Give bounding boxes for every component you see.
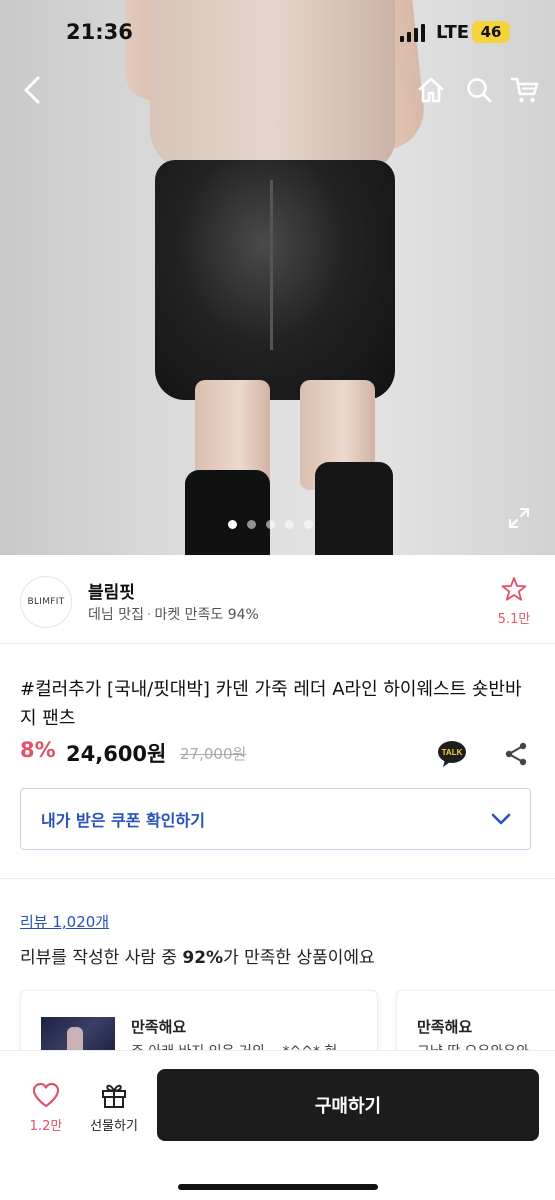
- status-bar: 21:36 LTE 46: [0, 0, 555, 64]
- shop-logo[interactable]: BLIMFIT: [20, 576, 72, 628]
- shop-subtitle: 데님 맛집 · 마켓 만족도 94%: [88, 607, 259, 623]
- product-title: #컬러추가 [국내/핏대박] 카덴 가죽 레더 A라인 하이웨스트 숏반바지 팬…: [20, 679, 522, 729]
- signal-icon: [400, 24, 425, 42]
- svg-text:TALK: TALK: [442, 748, 463, 757]
- cart-icon: [510, 77, 539, 103]
- image-pager-dots[interactable]: [228, 520, 313, 529]
- chevron-down-icon: [491, 813, 511, 825]
- network-label: LTE: [436, 22, 470, 43]
- shop-row[interactable]: BLIMFIT 블림핏 데님 맛집 · 마켓 만족도 94% 5.1만: [0, 560, 555, 644]
- status-time: 21:36: [66, 20, 133, 44]
- home-indicator: [178, 1184, 378, 1190]
- search-icon: [467, 78, 492, 103]
- like-count: 1.2만: [29, 1119, 63, 1134]
- shop-favorite-button[interactable]: 5.1만: [490, 576, 538, 627]
- battery-icon: 46: [472, 21, 510, 43]
- pager-dot[interactable]: [285, 520, 294, 529]
- search-button[interactable]: [460, 70, 498, 110]
- review-satisfaction-percent: 92%: [182, 948, 224, 968]
- pager-dot[interactable]: [304, 520, 313, 529]
- coupon-label: 내가 받은 쿠폰 확인하기: [41, 811, 205, 830]
- share-button[interactable]: [502, 740, 530, 768]
- section-divider: [0, 878, 555, 879]
- sale-price: 24,600원: [66, 742, 167, 766]
- review-summary: 리뷰를 작성한 사람 중 92%가 만족한 상품이에요: [20, 948, 375, 968]
- review-title: 만족해요: [417, 1018, 473, 1036]
- shop-favorite-count: 5.1만: [497, 612, 531, 627]
- coupon-check-button[interactable]: 내가 받은 쿠폰 확인하기: [20, 788, 531, 850]
- pager-dot[interactable]: [266, 520, 275, 529]
- discount-rate: 8%: [20, 738, 56, 762]
- back-button[interactable]: [14, 70, 50, 110]
- review-title: 만족해요: [131, 1018, 187, 1036]
- gift-button[interactable]: 선물하기: [82, 1081, 146, 1134]
- chevron-left-icon: [24, 76, 40, 104]
- shop-satisfaction: 마켓 만족도 94%: [154, 607, 259, 623]
- like-button[interactable]: 1.2만: [24, 1081, 68, 1134]
- expand-image-button[interactable]: [504, 503, 534, 533]
- shop-name[interactable]: 블림핏: [88, 578, 135, 603]
- pager-dot[interactable]: [228, 520, 237, 529]
- buy-button[interactable]: 구매하기: [157, 1069, 539, 1141]
- original-price: 27,000원: [180, 745, 247, 763]
- star-icon: [501, 577, 527, 601]
- talk-icon: TALK: [438, 741, 466, 767]
- gift-icon: [102, 1084, 126, 1108]
- home-button[interactable]: [412, 70, 450, 110]
- heart-icon: [32, 1082, 60, 1108]
- cart-button[interactable]: [506, 70, 544, 110]
- gift-label: 선물하기: [90, 1119, 138, 1134]
- bottom-action-bar: 1.2만 선물하기 구매하기: [0, 1050, 555, 1200]
- review-count-link[interactable]: 리뷰 1,020개: [20, 911, 109, 932]
- share-icon: [505, 742, 527, 766]
- pager-dot[interactable]: [247, 520, 256, 529]
- home-icon: [418, 77, 444, 103]
- kakaotalk-button[interactable]: TALK: [437, 740, 467, 768]
- shop-category: 데님 맛집: [88, 607, 144, 623]
- expand-icon: [509, 508, 529, 528]
